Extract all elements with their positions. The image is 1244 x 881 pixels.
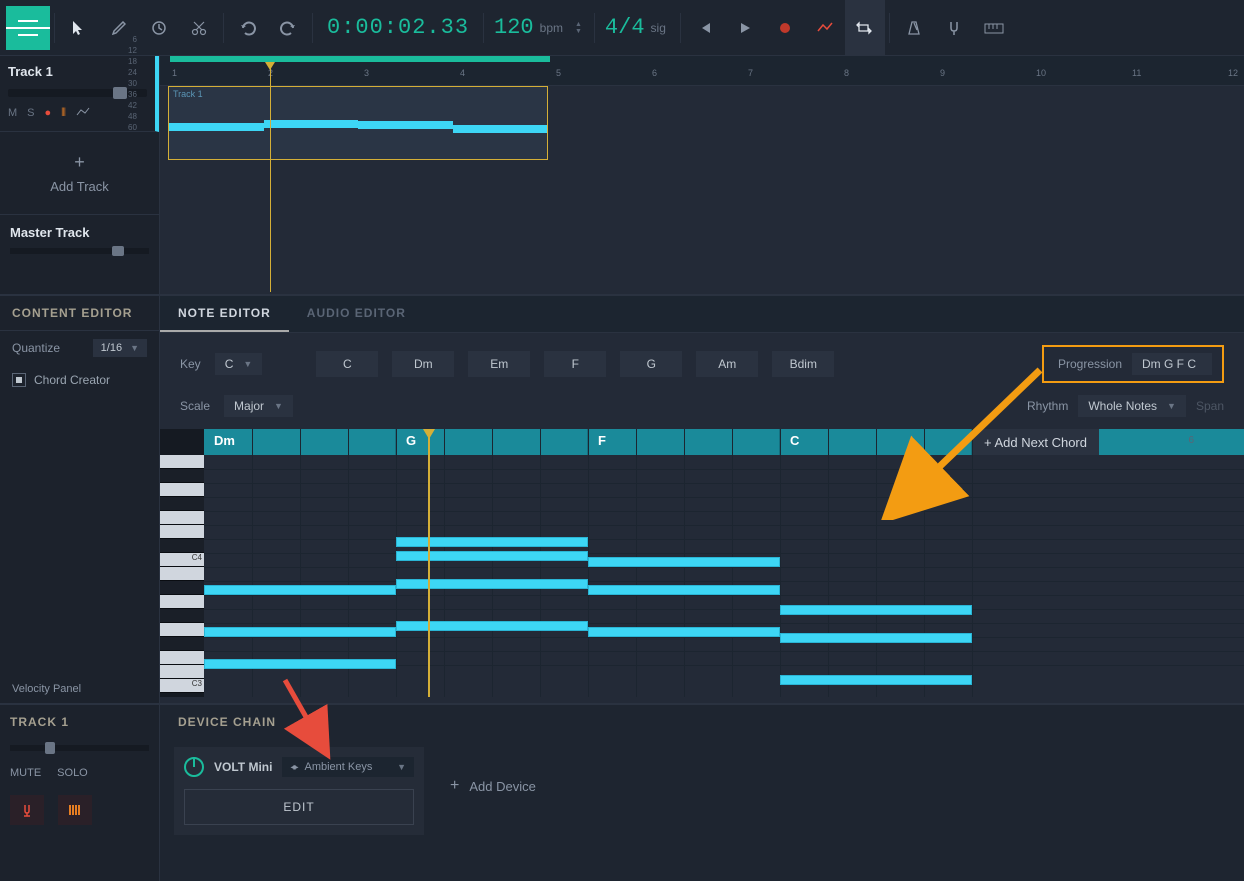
playhead[interactable] bbox=[270, 62, 271, 292]
redo-icon[interactable] bbox=[268, 0, 308, 56]
track-name: Track 1 bbox=[8, 64, 147, 79]
metronome-icon[interactable] bbox=[894, 0, 934, 56]
midi-note bbox=[588, 627, 780, 637]
automation-track-icon[interactable] bbox=[76, 107, 90, 120]
transport-time[interactable]: 0:00:02.33 bbox=[317, 15, 479, 40]
preset-select[interactable]: ◂▸ Ambient Keys ▼ bbox=[282, 757, 414, 777]
note-editor-main: NOTE EDITOR AUDIO EDITOR Key C▼ C Dm Em … bbox=[160, 296, 1244, 703]
chord-button-c[interactable]: C bbox=[316, 351, 378, 377]
tab-audio-editor[interactable]: AUDIO EDITOR bbox=[289, 296, 424, 332]
device-chain-title: DEVICE CHAIN bbox=[160, 705, 1244, 739]
add-track-button[interactable]: + Add Track bbox=[0, 132, 159, 214]
main-toolbar: 0:00:02.33 120 bpm ▲▼ 4/4 sig bbox=[0, 0, 1244, 56]
checkbox-icon bbox=[12, 373, 26, 387]
timeline-ruler[interactable]: 1 2 3 4 5 6 7 8 9 10 11 12 bbox=[160, 56, 1244, 86]
midi-note bbox=[396, 551, 588, 561]
mute-button[interactable]: MUTE bbox=[10, 767, 41, 779]
midi-note bbox=[204, 627, 396, 637]
automation-icon[interactable] bbox=[805, 0, 845, 56]
midi-note bbox=[396, 621, 588, 631]
undo-icon[interactable] bbox=[228, 0, 268, 56]
midi-note bbox=[204, 659, 396, 669]
solo-button[interactable]: SOLO bbox=[57, 767, 88, 779]
key-label: Key bbox=[180, 357, 201, 371]
scale-select[interactable]: Major▼ bbox=[224, 395, 293, 417]
content-editor-sidebar: CONTENT EDITOR Quantize 1/16▼ Chord Crea… bbox=[0, 296, 160, 703]
midi-note bbox=[204, 585, 396, 595]
piano-roll-playhead[interactable] bbox=[428, 429, 430, 697]
preset-prev-next-icon: ◂▸ bbox=[290, 762, 296, 773]
tuning-fork-icon[interactable] bbox=[934, 0, 974, 56]
chord-button-f[interactable]: F bbox=[544, 351, 606, 377]
midi-note bbox=[780, 605, 972, 615]
chord-button-em[interactable]: Em bbox=[468, 351, 530, 377]
record-icon[interactable] bbox=[765, 0, 805, 56]
chord-button-g[interactable]: G bbox=[620, 351, 682, 377]
instrument-device: VOLT Mini ◂▸ Ambient Keys ▼ EDIT bbox=[174, 747, 424, 835]
loop-icon[interactable] bbox=[845, 0, 885, 56]
tab-note-editor[interactable]: NOTE EDITOR bbox=[160, 296, 289, 332]
progression-label: Progression bbox=[1058, 357, 1122, 371]
piano-keyboard[interactable]: C4 C3 bbox=[160, 429, 204, 697]
mute-button[interactable]: M bbox=[8, 107, 17, 120]
midi-input-button[interactable] bbox=[58, 795, 92, 825]
midi-note bbox=[396, 579, 588, 589]
midi-note bbox=[780, 633, 972, 643]
arrangement-view[interactable]: 1 2 3 4 5 6 7 8 9 10 11 12 Track 1 bbox=[160, 56, 1244, 294]
record-arm-button[interactable] bbox=[10, 795, 44, 825]
midi-note bbox=[396, 537, 588, 547]
chord-creator-toggle[interactable]: Chord Creator bbox=[0, 365, 159, 395]
content-editor-title: CONTENT EDITOR bbox=[0, 296, 159, 331]
piano-roll[interactable]: C4 C3 Dm G F C + Add Next Chord 6 bbox=[160, 429, 1244, 697]
rhythm-label: Rhythm bbox=[1027, 399, 1068, 413]
transport-timesig[interactable]: 4/4 bbox=[599, 15, 651, 40]
midi-note bbox=[780, 675, 972, 685]
chord-button-dm[interactable]: Dm bbox=[392, 351, 454, 377]
master-volume-slider[interactable] bbox=[10, 248, 149, 254]
quantize-label: Quantize bbox=[12, 341, 60, 355]
transport-bpm[interactable]: 120 bbox=[488, 15, 540, 40]
menu-button[interactable] bbox=[6, 6, 50, 50]
midi-clip[interactable]: Track 1 bbox=[168, 86, 548, 160]
add-next-chord-button[interactable]: + Add Next Chord bbox=[972, 429, 1099, 455]
midi-icon[interactable]: ⦀ bbox=[61, 107, 66, 120]
midi-note bbox=[588, 557, 780, 567]
clock-tool-icon[interactable] bbox=[139, 0, 179, 56]
velocity-panel-label[interactable]: Velocity Panel bbox=[0, 675, 159, 703]
record-arm-icon[interactable]: ● bbox=[45, 107, 52, 120]
chord-button-bdim[interactable]: Bdim bbox=[772, 351, 834, 377]
edit-device-button[interactable]: EDIT bbox=[184, 789, 414, 825]
chord-button-am[interactable]: Am bbox=[696, 351, 758, 377]
device-chain-area: DEVICE CHAIN VOLT Mini ◂▸ Ambient Keys ▼… bbox=[160, 705, 1244, 881]
plus-icon: + bbox=[450, 777, 459, 795]
key-select[interactable]: C▼ bbox=[215, 353, 263, 375]
device-power-button[interactable] bbox=[184, 757, 204, 777]
rhythm-select[interactable]: Whole Notes▼ bbox=[1078, 395, 1186, 417]
device-track-sidebar: TRACK 1 MUTE SOLO 6 12 18 24 30 36 42 48… bbox=[0, 705, 160, 881]
chord-sequence-header: Dm G F C + Add Next Chord 6 bbox=[204, 429, 1244, 455]
span-label: Span bbox=[1196, 399, 1224, 413]
keyboard-icon[interactable] bbox=[974, 0, 1014, 56]
cut-tool-icon[interactable] bbox=[179, 0, 219, 56]
scale-label: Scale bbox=[180, 399, 210, 413]
pointer-tool-icon[interactable] bbox=[59, 0, 99, 56]
sig-label: sig bbox=[651, 21, 666, 35]
rewind-icon[interactable] bbox=[685, 0, 725, 56]
plus-icon: + bbox=[0, 152, 159, 173]
device-name: VOLT Mini bbox=[214, 760, 272, 774]
add-device-button[interactable]: + Add Device bbox=[450, 777, 536, 795]
bpm-label: bpm bbox=[540, 21, 563, 35]
master-track[interactable]: Master Track bbox=[0, 214, 159, 264]
midi-note bbox=[588, 585, 780, 595]
solo-button[interactable]: S bbox=[27, 107, 34, 120]
play-icon[interactable] bbox=[725, 0, 765, 56]
db-meter-scale: 6 12 18 24 30 36 42 48 60 bbox=[128, 34, 137, 133]
track-volume-slider[interactable] bbox=[8, 89, 147, 97]
bpm-spinner[interactable]: ▲▼ bbox=[575, 21, 582, 35]
progression-input[interactable]: Dm G F C bbox=[1132, 353, 1212, 375]
progression-box: Progression Dm G F C bbox=[1042, 345, 1224, 383]
quantize-select[interactable]: 1/16▼ bbox=[93, 339, 147, 357]
device-track-title: TRACK 1 bbox=[10, 715, 149, 729]
